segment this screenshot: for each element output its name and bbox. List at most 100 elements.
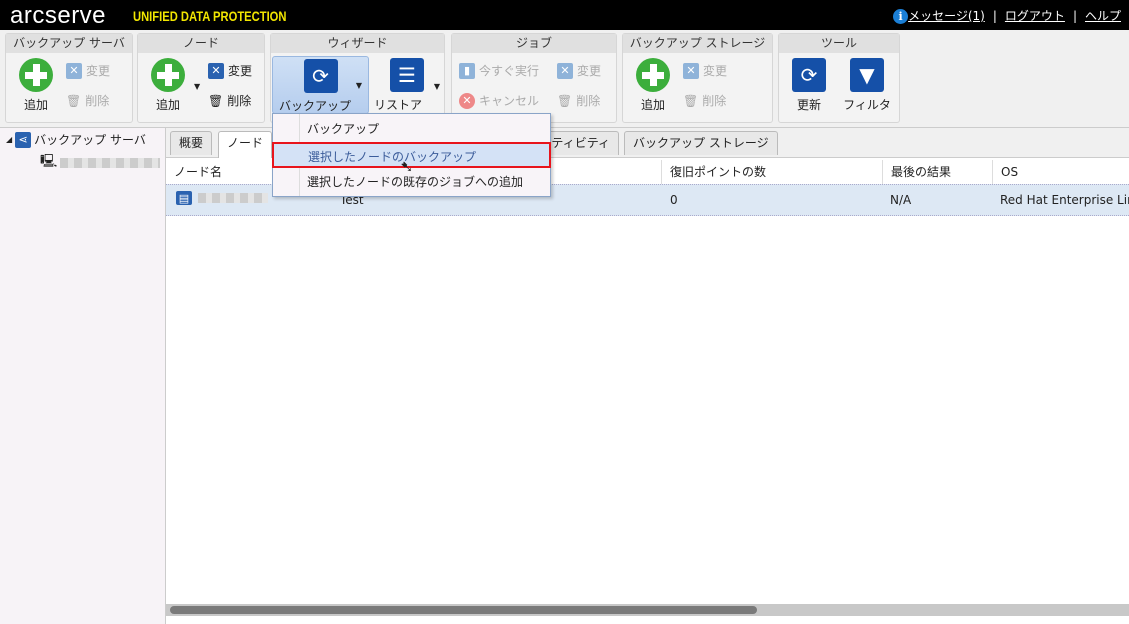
tab-nodes[interactable]: ノード: [218, 131, 273, 158]
trash-icon: 🗑: [683, 93, 699, 108]
delete-server-button[interactable]: 🗑 削除: [66, 92, 109, 109]
restore-wizard-button[interactable]: ☰ リストア ▼: [374, 58, 440, 113]
label: 変更: [577, 64, 602, 78]
delete-node-button[interactable]: 🗑 削除: [208, 92, 251, 109]
backup-wizard-button[interactable]: ⟳ バックアップ ▼: [272, 56, 369, 114]
add-storage-button[interactable]: 追加: [631, 58, 675, 113]
tab-backup-storage[interactable]: バックアップ ストレージ: [624, 131, 778, 155]
delete-storage-button[interactable]: 🗑 削除: [683, 92, 726, 109]
messages-link[interactable]: メッセージ(1): [908, 9, 985, 23]
tab-summary[interactable]: 概要: [170, 131, 213, 155]
group-backup-server: バックアップ サーバ 追加 ✕ 変更 🗑 削除: [5, 33, 133, 123]
run-now-button[interactable]: ▮ 今すぐ実行: [459, 62, 539, 79]
last-result-cell: N/A: [890, 193, 912, 207]
logo-subtitle: UNIFIED DATA PROTECTION: [133, 8, 287, 24]
horizontal-scrollbar[interactable]: [166, 604, 1129, 616]
column-header[interactable]: 最後の結果: [883, 160, 993, 184]
node-table: ノード名 プ 復旧ポイントの数 最後の結果 OS ▤ Test 0 N/A Re…: [166, 158, 1129, 604]
logo: arcserve: [10, 2, 107, 29]
help-link[interactable]: ヘルプ: [1085, 7, 1121, 24]
refresh-button[interactable]: ⟳ 更新: [787, 58, 831, 113]
mouse-cursor-icon: ➷: [400, 157, 414, 176]
separator: |: [992, 8, 997, 23]
separator: |: [1072, 8, 1077, 23]
label: フィルタ: [843, 98, 891, 112]
info-icon: i: [893, 9, 909, 24]
trash-icon: 🗑: [66, 93, 82, 108]
backup-monitor-icon: ⟳: [303, 59, 338, 93]
expand-icon[interactable]: ◢: [6, 135, 12, 144]
backup-dropdown-menu: バックアップ 選択したノードのバックアップ 選択したノードの既存のジョブへの追加: [272, 113, 551, 197]
server-network-icon: ⋖: [15, 131, 32, 148]
modify-job-button[interactable]: ✕ 変更: [557, 62, 601, 79]
run-icon: ▮: [459, 62, 475, 79]
toolbar: バックアップ サーバ 追加 ✕ 変更 🗑 削除 ノード 追加 ▼ ✕ 変更 🗑 削除 ウ…: [0, 30, 1129, 128]
label: 変更: [703, 64, 728, 78]
trash-icon: 🗑: [208, 93, 224, 108]
add-node-button[interactable]: 追加: [146, 58, 190, 113]
wrench-icon: ✕: [66, 62, 82, 79]
label: リストア: [374, 98, 423, 112]
plus-icon: [151, 58, 185, 92]
plus-icon: [636, 58, 670, 92]
filter-icon: ▼: [850, 58, 884, 92]
label: 追加: [23, 98, 48, 112]
add-server-button[interactable]: 追加: [14, 58, 58, 113]
group-title: バックアップ ストレージ: [623, 34, 772, 53]
app-header: arcserve UNIFIED DATA PROTECTION i メッセージ(…: [0, 0, 1129, 30]
database-icon: ☰: [390, 58, 424, 92]
group-backup-storage: バックアップ ストレージ 追加 ✕ 変更 🗑 削除: [622, 33, 773, 123]
recovery-points-cell: 0: [670, 193, 678, 207]
label: 変更: [228, 64, 253, 78]
tree-root-label: バックアップ サーバ: [34, 133, 146, 147]
modify-server-button[interactable]: ✕ 変更: [66, 62, 110, 79]
server-tree: ◢ ⋖ バックアップ サーバ 🖳: [0, 128, 166, 624]
group-title: ウィザード: [271, 34, 444, 53]
redacted-node-name: [198, 193, 268, 203]
group-title: バックアップ サーバ: [6, 34, 132, 53]
trash-icon: 🗑: [557, 93, 573, 108]
group-tools: ツール ⟳ 更新 ▼ フィルタ: [778, 33, 900, 123]
cancel-job-button[interactable]: ✕ キャンセル: [459, 92, 539, 109]
server-icon: ▤: [176, 191, 192, 205]
menu-item-backup[interactable]: バックアップ: [273, 116, 550, 142]
delete-job-button[interactable]: 🗑 削除: [557, 92, 600, 109]
tree-node[interactable]: 🖳: [40, 152, 161, 174]
computer-icon: 🖳: [40, 154, 58, 169]
label: 今すぐ実行: [479, 64, 540, 78]
chevron-down-icon[interactable]: ▼: [434, 82, 440, 91]
group-title: ノード: [138, 34, 264, 53]
tree-root[interactable]: ◢ ⋖ バックアップ サーバ: [6, 131, 146, 148]
group-node: ノード 追加 ▼ ✕ 変更 🗑 削除: [137, 33, 265, 123]
label: バックアップ: [279, 99, 352, 113]
group-wizard: ウィザード ⟳ バックアップ ▼ ☰ リストア ▼: [270, 33, 445, 123]
group-title: ジョブ: [452, 34, 616, 53]
label: 追加: [640, 98, 665, 112]
plus-icon: [19, 58, 53, 92]
chevron-down-icon[interactable]: ▼: [356, 81, 362, 90]
label: 削除: [85, 94, 110, 108]
label: 追加: [155, 98, 180, 112]
group-job: ジョブ ▮ 今すぐ実行 ✕ 変更 ✕ キャンセル 🗑 削除: [451, 33, 617, 123]
group-title: ツール: [779, 34, 899, 53]
column-header[interactable]: 復旧ポイントの数: [662, 160, 883, 184]
chevron-down-icon[interactable]: ▼: [194, 82, 200, 91]
label: 削除: [227, 94, 252, 108]
label: 削除: [702, 94, 727, 108]
scrollbar-thumb[interactable]: [170, 606, 757, 614]
wrench-icon: ✕: [683, 62, 699, 79]
refresh-icon: ⟳: [792, 58, 826, 92]
redacted-node-name: [60, 158, 161, 168]
label: 更新: [796, 98, 821, 112]
label: 削除: [576, 94, 601, 108]
logout-link[interactable]: ログアウト: [1005, 7, 1065, 24]
column-header[interactable]: OS: [993, 160, 1129, 184]
modify-node-button[interactable]: ✕ 変更: [208, 62, 252, 79]
label: キャンセル: [479, 94, 540, 108]
filter-button[interactable]: ▼ フィルタ: [839, 58, 895, 113]
modify-storage-button[interactable]: ✕ 変更: [683, 62, 727, 79]
cancel-icon: ✕: [459, 92, 475, 109]
os-cell: Red Hat Enterprise Linux: [1000, 193, 1129, 207]
wrench-icon: ✕: [208, 62, 224, 79]
wrench-icon: ✕: [557, 62, 573, 79]
